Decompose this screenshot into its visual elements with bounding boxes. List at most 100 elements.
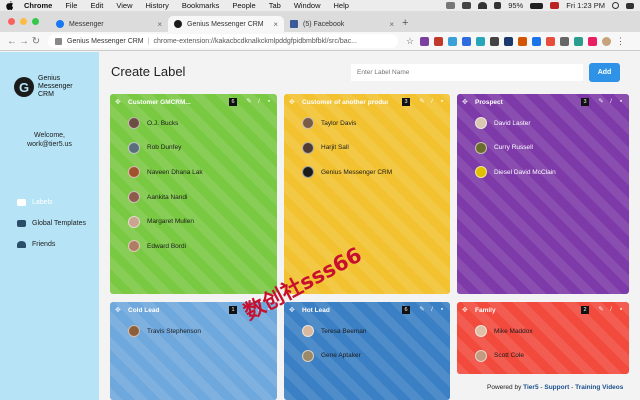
trash-icon[interactable]: ▪ xyxy=(618,98,624,105)
member-item[interactable]: Rob Dunfey xyxy=(128,141,203,154)
wifi-icon[interactable] xyxy=(478,2,488,9)
member-item[interactable]: Diesel David McClain xyxy=(475,166,556,179)
label-title[interactable]: Hot Lead xyxy=(302,307,330,314)
bookmark-star-icon[interactable]: ☆ xyxy=(406,36,415,46)
battery-icon[interactable] xyxy=(530,2,544,9)
drag-handle-icon[interactable]: ✥ xyxy=(115,306,122,314)
member-item[interactable]: Genius Messenger CRM xyxy=(302,166,392,179)
brush-icon[interactable]: / xyxy=(429,98,435,105)
menu-history[interactable]: History xyxy=(146,1,169,10)
label-title[interactable]: Cold Lead xyxy=(128,307,159,314)
clock[interactable]: Fri 1:23 PM xyxy=(566,1,605,10)
member-item[interactable]: Naveen Dhana Lak xyxy=(128,166,203,179)
member-item[interactable]: Margaret Mullen xyxy=(128,215,203,228)
close-icon[interactable]: × xyxy=(389,20,394,29)
member-item[interactable]: Harjit Sall xyxy=(302,141,392,154)
tab-genius-crm[interactable]: Genius Messenger CRM × xyxy=(168,16,284,32)
apple-icon[interactable] xyxy=(6,1,14,10)
drag-handle-icon[interactable]: ✥ xyxy=(289,98,296,106)
drag-handle-icon[interactable]: ✥ xyxy=(289,306,296,314)
menu-edit[interactable]: Edit xyxy=(90,1,103,10)
training-videos-link[interactable]: Training Videos xyxy=(575,384,623,391)
menu-chrome[interactable]: Chrome xyxy=(24,1,52,10)
status-icon[interactable] xyxy=(462,2,472,9)
tab-facebook[interactable]: (5) Facebook × xyxy=(284,16,400,32)
sidebar-item-friends[interactable]: Friends xyxy=(17,241,55,248)
label-name-input[interactable] xyxy=(351,64,583,81)
member-item[interactable]: Teresa Beeman xyxy=(302,325,367,337)
extension-icon[interactable] xyxy=(420,36,429,46)
extension-icon[interactable] xyxy=(518,36,527,46)
menu-file[interactable]: File xyxy=(65,1,77,10)
reload-icon[interactable]: ↻ xyxy=(30,36,42,47)
back-icon[interactable]: ← xyxy=(6,36,18,47)
close-icon[interactable]: × xyxy=(157,20,162,29)
tab-messenger[interactable]: Messenger × xyxy=(50,16,168,32)
member-item[interactable]: Aankita Nandi xyxy=(128,191,203,204)
edit-icon[interactable]: ✎ xyxy=(419,306,425,313)
tier5-link[interactable]: Tier5 xyxy=(523,384,538,391)
edit-icon[interactable]: ✎ xyxy=(246,98,252,105)
label-title[interactable]: Family xyxy=(475,307,496,314)
drag-handle-icon[interactable]: ✥ xyxy=(462,98,469,106)
member-item[interactable]: O.J. Bucks xyxy=(128,117,203,129)
trash-icon[interactable]: ▪ xyxy=(266,98,272,105)
extension-icon[interactable] xyxy=(490,36,499,46)
brush-icon[interactable]: / xyxy=(608,306,614,313)
close-icon[interactable]: × xyxy=(273,20,278,29)
edit-icon[interactable]: ✎ xyxy=(598,306,604,313)
add-label-button[interactable]: Add xyxy=(589,63,620,82)
flag-icon[interactable] xyxy=(550,2,560,9)
close-window-icon[interactable] xyxy=(8,18,15,25)
drag-handle-icon[interactable]: ✥ xyxy=(115,98,122,106)
member-item[interactable]: Edward Bordi xyxy=(128,240,203,253)
extension-icon[interactable] xyxy=(532,36,541,46)
brush-icon[interactable]: / xyxy=(429,306,435,313)
member-item[interactable]: Curry Russell xyxy=(475,141,556,154)
maximize-window-icon[interactable] xyxy=(32,18,39,25)
menu-tab[interactable]: Tab xyxy=(269,1,281,10)
member-item[interactable]: Mike Maddox xyxy=(475,325,533,337)
extension-icon[interactable] xyxy=(546,36,555,46)
extension-icon[interactable] xyxy=(462,36,471,46)
label-title[interactable]: Prospect xyxy=(475,99,503,106)
label-title[interactable]: Customer of another product... xyxy=(302,99,388,106)
member-item[interactable]: Scott Cole xyxy=(475,349,533,362)
sidebar-item-global-templates[interactable]: Global Templates xyxy=(17,220,86,227)
extension-icon[interactable] xyxy=(560,36,569,46)
new-tab-icon[interactable]: + xyxy=(402,17,408,29)
edit-icon[interactable]: ✎ xyxy=(419,98,425,105)
search-icon[interactable] xyxy=(612,2,619,9)
menu-people[interactable]: People xyxy=(232,1,255,10)
minimize-window-icon[interactable] xyxy=(20,18,27,25)
volume-icon[interactable] xyxy=(494,2,502,9)
extension-icon[interactable] xyxy=(476,36,485,46)
trash-icon[interactable]: ▪ xyxy=(618,306,624,313)
member-item[interactable]: Taylor Davis xyxy=(302,117,392,129)
support-link[interactable]: Support xyxy=(544,384,569,391)
member-item[interactable]: Travis Stephenson xyxy=(128,325,201,337)
menu-bookmarks[interactable]: Bookmarks xyxy=(182,1,220,10)
address-bar[interactable]: Genius Messenger CRM | chrome-extension:… xyxy=(48,34,398,48)
forward-icon[interactable]: → xyxy=(18,36,30,47)
extension-icon[interactable] xyxy=(434,36,443,46)
status-icon[interactable] xyxy=(446,2,456,9)
extension-icon[interactable] xyxy=(448,36,457,46)
brush-icon[interactable]: / xyxy=(256,98,262,105)
menu-list-icon[interactable] xyxy=(626,2,634,9)
brush-icon[interactable]: / xyxy=(608,98,614,105)
edit-icon[interactable]: ✎ xyxy=(598,98,604,105)
menu-view[interactable]: View xyxy=(116,1,132,10)
profile-avatar[interactable] xyxy=(602,36,611,46)
member-item[interactable]: Gene Aptaker xyxy=(302,349,367,362)
drag-handle-icon[interactable]: ✥ xyxy=(462,306,469,314)
trash-icon[interactable]: ▪ xyxy=(439,306,445,313)
more-menu-icon[interactable]: ⋮ xyxy=(616,36,625,46)
menu-window[interactable]: Window xyxy=(294,1,321,10)
member-item[interactable]: David Laster xyxy=(475,117,556,129)
sidebar-item-labels[interactable]: Labels xyxy=(17,199,53,206)
extension-icon[interactable] xyxy=(574,36,583,46)
label-title[interactable]: Customer GMCRM... xyxy=(128,99,191,106)
menu-help[interactable]: Help xyxy=(334,1,349,10)
extension-icon[interactable] xyxy=(504,36,513,46)
